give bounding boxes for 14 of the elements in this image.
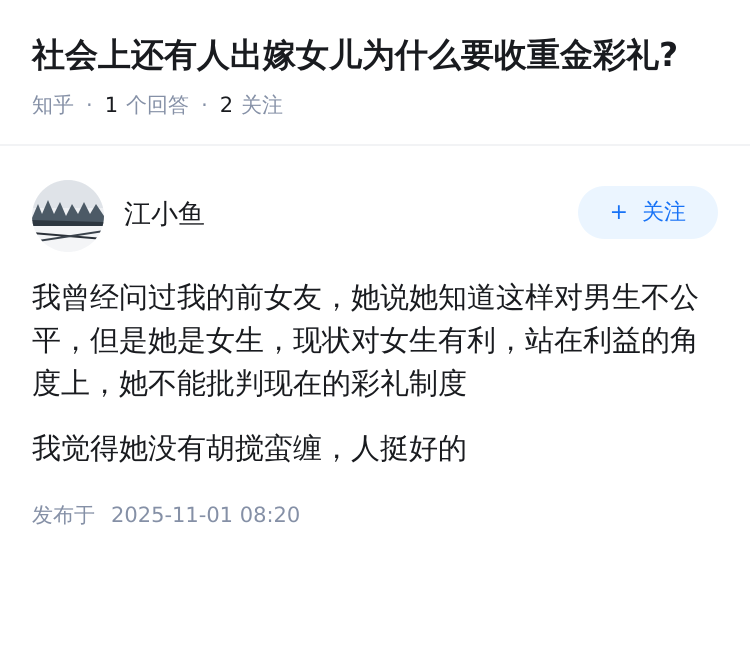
answer-label: 个回答 bbox=[126, 92, 190, 119]
answer-count: 1 bbox=[104, 92, 118, 119]
follower-count: 2 bbox=[220, 92, 234, 119]
published-time: 2025-11-01 08:20 bbox=[111, 502, 300, 526]
follower-label: 关注 bbox=[241, 92, 284, 119]
question-title: 社会上还有人出嫁女儿为什么要收重金彩礼? bbox=[32, 34, 680, 76]
separator-dot: · bbox=[201, 92, 208, 119]
answer-paragraph: 我觉得她没有胡搅蛮缠，人挺好的 bbox=[32, 430, 468, 466]
source-label: 知乎 bbox=[32, 92, 74, 119]
author-name[interactable]: 江小鱼 bbox=[124, 195, 205, 236]
follow-button[interactable]: + 关注 bbox=[578, 186, 718, 238]
published-label: 发布于 bbox=[32, 502, 95, 526]
separator-dot: · bbox=[86, 92, 93, 119]
answer-paragraph: 我曾经问过我的前女友，她说她知道这样对男生不公平，但是她是女生，现状对女生有利，站在利益的角度上，她不能批判现在的彩礼制度 bbox=[32, 278, 700, 402]
